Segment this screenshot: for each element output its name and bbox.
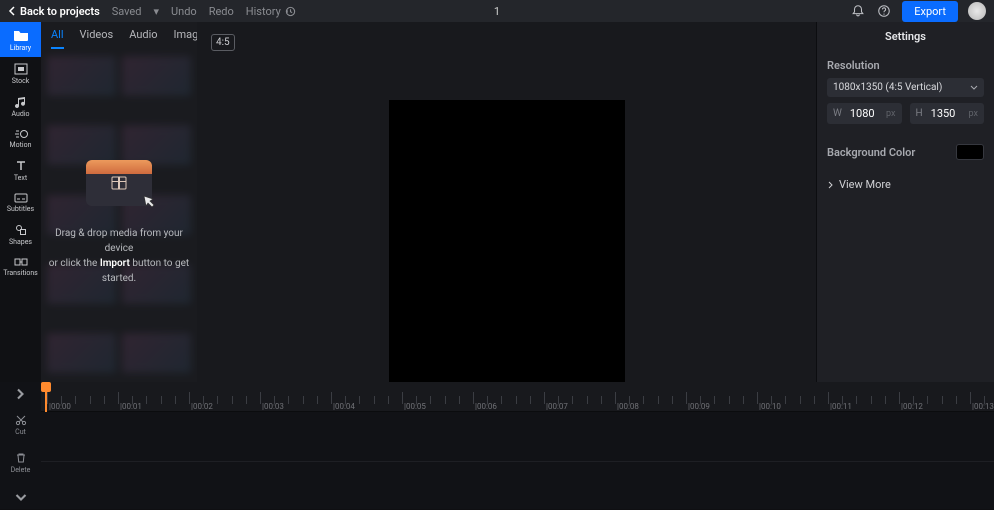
preview-canvas[interactable] (389, 100, 625, 395)
text-icon (15, 160, 27, 172)
width-input[interactable]: W 1080 px (827, 103, 902, 124)
chevron-down-icon (970, 84, 978, 92)
ruler-label: |00:11 (830, 402, 852, 411)
export-button[interactable]: Export (902, 1, 958, 22)
resolution-label: Resolution (827, 59, 984, 72)
ruler-label: |00:02 (191, 402, 213, 411)
chevron-right-icon (827, 181, 835, 189)
cut-button[interactable]: Cut (0, 406, 41, 444)
rail-audio[interactable]: Audio (0, 90, 41, 123)
ruler-label: |00:06 (475, 402, 497, 411)
notifications-button[interactable] (850, 3, 866, 19)
transitions-icon (14, 257, 28, 267)
ruler-label: |00:05 (404, 402, 426, 411)
history-button[interactable]: History (246, 5, 296, 18)
rail-subtitles[interactable]: Subtitles (0, 187, 41, 218)
timeline-tracks[interactable] (41, 412, 994, 509)
drop-zone: Drag & drop media from your device or cl… (47, 160, 191, 286)
library-tabs: All Videos Audio Images (41, 22, 197, 50)
timeline-collapse[interactable] (0, 486, 41, 510)
subtitles-icon (14, 193, 28, 203)
trash-icon (15, 452, 27, 464)
back-to-projects-button[interactable]: Back to projects (8, 5, 100, 18)
ruler-label: |00:09 (688, 402, 710, 411)
back-label: Back to projects (20, 5, 100, 18)
height-input[interactable]: H 1350 px (910, 103, 985, 124)
ruler-label: |00:04 (333, 402, 355, 411)
ruler-label: |00:00 (49, 402, 71, 411)
rail-motion[interactable]: Motion (0, 123, 41, 154)
resolution-select[interactable]: 1080x1350 (4:5 Vertical) (827, 78, 984, 97)
ruler-label: |00:12 (901, 402, 923, 411)
timeline: Cut Delete |00:00|00:01|00:02|00:03|00:0… (0, 382, 994, 509)
folder-icon (13, 28, 29, 42)
aspect-ratio-chip[interactable]: 4:5 (211, 34, 235, 51)
cursor-icon (140, 194, 156, 210)
bg-color-label: Background Color (827, 146, 915, 159)
view-more-button[interactable]: View More (827, 178, 984, 191)
scissors-icon (15, 414, 27, 426)
tab-all[interactable]: All (51, 28, 64, 49)
tab-audio[interactable]: Audio (129, 28, 157, 49)
redo-button[interactable]: Redo (209, 5, 234, 18)
drop-zone-thumb (86, 160, 152, 206)
top-bar: Back to projects Saved ▾ Undo Redo Histo… (0, 0, 994, 22)
ruler-label: |00:03 (262, 402, 284, 411)
timeline-rail: Cut Delete (0, 382, 41, 509)
timeline-expand[interactable] (0, 382, 41, 406)
user-avatar[interactable] (968, 2, 986, 20)
rail-library[interactable]: Library (0, 22, 41, 57)
motion-icon (14, 129, 28, 139)
drop-zone-text: Drag & drop media from your device or cl… (47, 226, 191, 286)
chevron-down-icon (15, 492, 27, 504)
stock-icon (14, 63, 28, 75)
help-icon (877, 4, 891, 18)
shapes-icon (15, 224, 27, 236)
delete-button[interactable]: Delete (0, 444, 41, 482)
ruler-label: |00:01 (120, 402, 142, 411)
save-status: Saved (112, 5, 142, 18)
help-button[interactable] (876, 3, 892, 19)
bell-icon (851, 4, 865, 18)
settings-title: Settings (827, 30, 984, 43)
media-icon (110, 176, 128, 190)
ruler-label: |00:08 (617, 402, 639, 411)
ruler-label: |00:13 (972, 402, 994, 411)
project-title: 1 (494, 5, 500, 18)
rail-transitions[interactable]: Transitions (0, 251, 41, 282)
history-icon (285, 6, 296, 17)
rail-shapes[interactable]: Shapes (0, 218, 41, 251)
chevron-right-icon (15, 388, 27, 400)
undo-button[interactable]: Undo (171, 5, 197, 18)
timeline-ruler[interactable]: |00:00 |00:01 |00:02 |00:03 |00:04 |00:05 |00:… (41, 382, 994, 412)
bg-color-swatch[interactable] (956, 144, 984, 160)
tab-videos[interactable]: Videos (80, 28, 114, 49)
status-dropdown-caret[interactable]: ▾ (153, 5, 159, 18)
timeline-body[interactable]: |00:00 |00:01 |00:02 |00:03 |00:04 |00:05 |00:… (41, 382, 994, 509)
ruler-label: |00:07 (546, 402, 568, 411)
rail-text[interactable]: Text (0, 154, 41, 187)
chevron-left-icon (8, 6, 16, 16)
ruler-label: |00:10 (759, 402, 781, 411)
music-icon (15, 96, 27, 108)
rail-stock[interactable]: Stock (0, 57, 41, 90)
